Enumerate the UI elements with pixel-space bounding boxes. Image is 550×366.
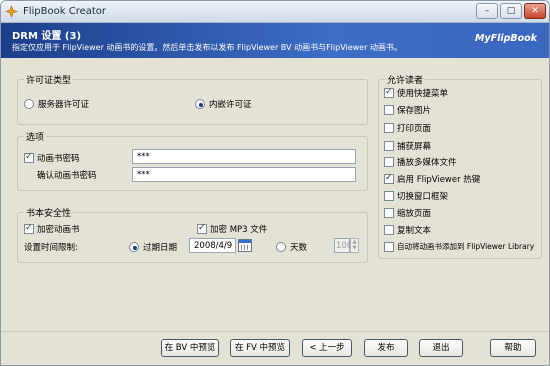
capture-screen-label: 捕获屏幕	[397, 142, 432, 152]
time-limit-label: 设置时间限制:	[24, 243, 78, 253]
page-title: DRM 设置 (3)	[12, 31, 82, 42]
server-license-radio-indicator[interactable]	[24, 99, 34, 109]
reader-option-play-media[interactable]: 播放多媒体文件	[384, 156, 457, 168]
exit-button[interactable]: 退出	[419, 339, 463, 357]
play-media-checkbox[interactable]	[384, 157, 394, 167]
maximize-button[interactable]: □	[500, 3, 522, 19]
expiry-date-label: 过期日期	[143, 243, 178, 253]
allowed-readers-legend: 允许读者	[385, 73, 426, 86]
print-pages-checkbox[interactable]	[384, 123, 394, 133]
reader-option-shortcut-menu[interactable]: 使用快捷菜单	[384, 87, 448, 99]
book-security-legend: 书本安全性	[24, 206, 74, 219]
encrypt-mp3-label: 加密 MP3 文件	[210, 225, 268, 235]
brand-logo: MyFlipBook	[474, 33, 537, 44]
reader-option-toggle-frame[interactable]: 切换窗口框架	[384, 190, 448, 202]
server-license-radio[interactable]: 服务器许可证	[24, 98, 89, 110]
footer-divider	[1, 331, 549, 332]
embedded-license-radio-indicator[interactable]	[195, 99, 205, 109]
days-radio[interactable]: 天数	[276, 241, 307, 253]
title-bar: FlipBook Creator – □ ✕	[1, 1, 549, 23]
add-to-library-checkbox[interactable]	[384, 241, 394, 252]
hotkeys-label: 启用 FlipViewer 热键	[397, 175, 481, 185]
calendar-icon[interactable]	[238, 239, 252, 252]
embedded-license-radio[interactable]: 内嵌许可证	[195, 98, 252, 110]
book-password-label: 动画书密码	[37, 154, 80, 164]
time-limit-row: 设置时间限制:	[24, 241, 78, 253]
reader-option-add-to-library[interactable]: 自动将动画书添加到 FlipViewer Library	[384, 241, 534, 252]
add-to-library-label: 自动将动画书添加到 FlipViewer Library	[397, 242, 535, 251]
reader-option-copy-text[interactable]: 复制文本	[384, 224, 431, 236]
preview-fv-button[interactable]: 在 FV 中预览	[230, 339, 290, 357]
back-button[interactable]: < 上一步	[302, 339, 352, 357]
embedded-license-label: 内嵌许可证	[209, 100, 252, 110]
reader-option-zoom-pages[interactable]: 缩放页面	[384, 207, 431, 219]
close-button[interactable]: ✕	[524, 3, 546, 19]
toggle-frame-checkbox[interactable]	[384, 191, 394, 201]
confirm-password-label: 确认动画书密码	[37, 171, 97, 181]
encrypt-book-checkbox-box[interactable]	[24, 223, 34, 234]
hotkeys-checkbox[interactable]	[384, 173, 394, 184]
header-banner: DRM 设置 (3) 指定仅应用于 FlipViewer 动画书的设置。然后单击…	[1, 23, 549, 58]
encrypt-book-label: 加密动画书	[37, 225, 80, 235]
reader-option-hotkeys[interactable]: 启用 FlipViewer 热键	[384, 173, 480, 185]
book-password-checkbox[interactable]: 动画书密码	[24, 152, 80, 164]
save-images-label: 保存图片	[397, 106, 432, 116]
expiry-date-radio[interactable]: 过期日期	[129, 241, 177, 253]
flipbook-app-icon	[5, 5, 18, 18]
play-media-label: 播放多媒体文件	[397, 158, 457, 168]
minimize-button[interactable]: –	[476, 3, 498, 19]
shortcut-menu-label: 使用快捷菜单	[397, 89, 449, 99]
book-password-checkbox-box[interactable]	[24, 152, 34, 163]
book-password-input[interactable]: ***	[132, 149, 356, 164]
encrypt-book-checkbox[interactable]: 加密动画书	[24, 223, 80, 235]
reader-option-print-pages[interactable]: 打印页面	[384, 122, 431, 134]
confirm-password-row: 确认动画书密码	[37, 169, 97, 181]
reader-option-save-images[interactable]: 保存图片	[384, 104, 431, 116]
publish-button[interactable]: 发布	[364, 339, 408, 357]
toggle-frame-label: 切换窗口框架	[397, 192, 449, 202]
server-license-label: 服务器许可证	[38, 100, 90, 110]
confirm-password-input[interactable]: ***	[132, 167, 356, 182]
print-pages-label: 打印页面	[397, 124, 432, 134]
days-label: 天数	[290, 243, 308, 253]
save-images-checkbox[interactable]	[384, 105, 394, 115]
app-window: FlipBook Creator – □ ✕ DRM 设置 (3) 指定仅应用于…	[0, 0, 550, 366]
zoom-pages-checkbox[interactable]	[384, 208, 394, 218]
copy-text-label: 复制文本	[397, 226, 432, 236]
expiry-date-radio-indicator[interactable]	[129, 242, 139, 252]
capture-screen-checkbox[interactable]	[384, 141, 394, 151]
days-spinner[interactable]: ▲ ▼	[350, 238, 359, 253]
days-input[interactable]: 100	[334, 238, 352, 253]
encrypt-mp3-checkbox[interactable]: 加密 MP3 文件	[197, 223, 267, 235]
preview-bv-button[interactable]: 在 BV 中预览	[161, 339, 219, 357]
expiry-date-input[interactable]: 2008/4/9	[189, 238, 236, 253]
zoom-pages-label: 缩放页面	[397, 209, 432, 219]
help-button[interactable]: 帮助	[490, 339, 536, 357]
shortcut-menu-checkbox[interactable]	[384, 87, 394, 98]
options-legend: 选项	[24, 130, 47, 143]
page-subtitle: 指定仅应用于 FlipViewer 动画书的设置。然后单击发布以发布 FlipV…	[12, 43, 402, 52]
days-radio-indicator[interactable]	[276, 242, 286, 252]
reader-option-capture-screen[interactable]: 捕获屏幕	[384, 140, 431, 152]
encrypt-mp3-checkbox-box[interactable]	[197, 223, 207, 234]
license-type-legend: 许可证类型	[24, 73, 74, 86]
copy-text-checkbox[interactable]	[384, 225, 394, 235]
window-title: FlipBook Creator	[23, 6, 107, 17]
